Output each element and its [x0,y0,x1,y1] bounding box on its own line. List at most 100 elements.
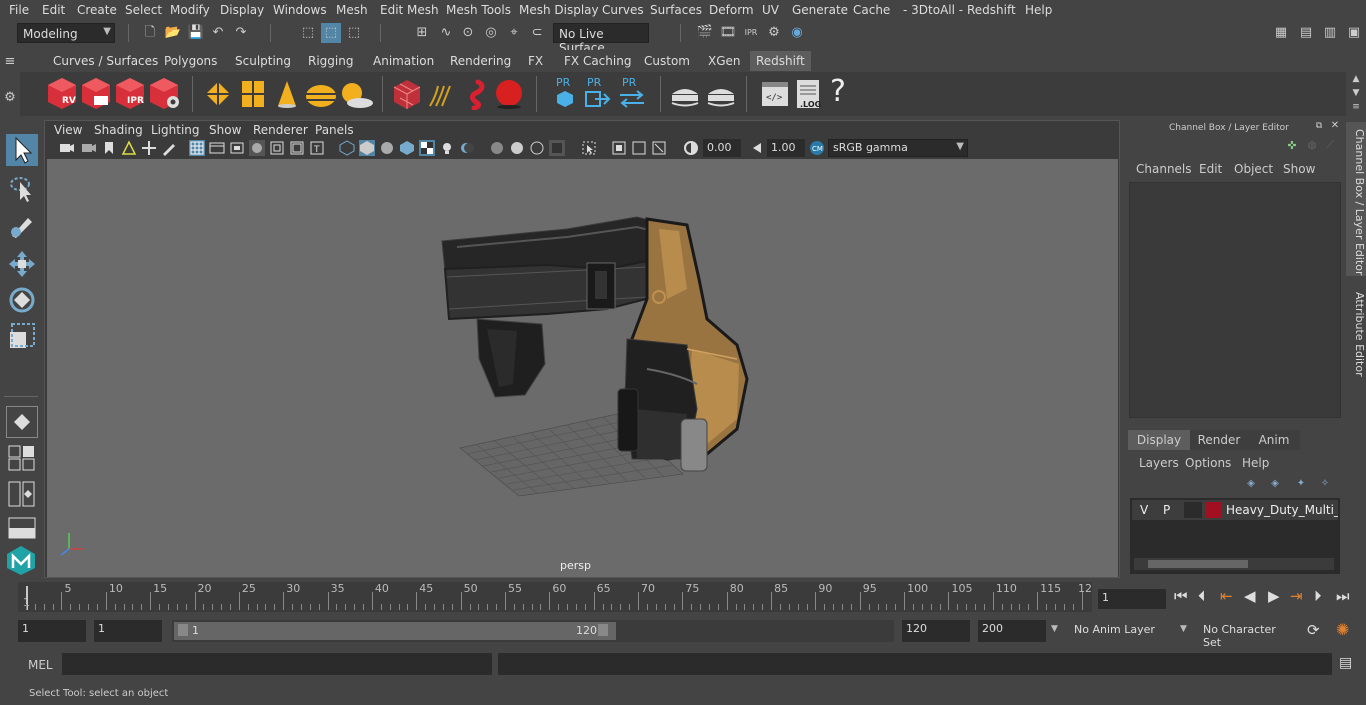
animation-preferences-icon[interactable]: ✺ [1336,620,1349,639]
menu-3dtoall[interactable]: - 3DtoAll - [903,3,963,17]
undo-icon[interactable]: ↶ [208,23,228,43]
snap-view-icon[interactable]: ◎ [481,23,501,43]
layer-scrollbar[interactable] [1134,558,1334,570]
xray-components-icon[interactable] [529,140,545,156]
close-panel-icon[interactable]: ✕ [1328,119,1342,133]
default-material-icon[interactable] [379,140,395,156]
new-scene-icon[interactable]: 🗋 [140,23,160,43]
vp-menu-renderer[interactable]: Renderer [253,123,308,137]
xray-icon[interactable] [489,140,505,156]
hyper-icon[interactable]: ⟋ [1322,138,1338,154]
step-forward-frame-icon[interactable]: ⏵ [1314,587,1322,605]
ambient-occlusion-icon[interactable] [549,140,565,156]
tab-curves-surfaces[interactable]: Curves / Surfaces [47,51,164,71]
new-layer-icon[interactable]: ✦ [1292,476,1310,492]
menu-modify[interactable]: Modify [170,3,210,17]
rs-help-icon[interactable]: ? [830,74,856,110]
menu-create[interactable]: Create [77,3,117,17]
move-layer-down-icon[interactable]: ◈ [1266,476,1284,492]
playback-end-field[interactable]: 120 [902,620,970,642]
exposure-field[interactable]: 0.00 [703,139,741,157]
gamma-icon[interactable] [749,140,765,156]
rs-volume-icon[interactable] [460,78,490,111]
frame-fit-icon[interactable] [651,140,667,156]
script-editor-icon[interactable]: ▤ [1339,655,1352,671]
viewport-3d[interactable]: persp [47,159,1118,577]
rs-render-settings-icon[interactable] [148,76,182,110]
select-object-icon[interactable]: ⬚ [321,23,341,43]
grease-pencil-icon[interactable] [161,140,177,156]
anim-layer-dropdown[interactable]: No Anim Layer [1068,620,1178,642]
menu-edit-mesh[interactable]: Edit Mesh [380,3,439,17]
menu-file[interactable]: File [9,3,29,17]
channel-list[interactable] [1129,182,1341,418]
tab-redshift[interactable]: Redshift [750,51,811,71]
smooth-shade-icon[interactable] [359,140,375,156]
ipr-render-icon[interactable]: IPR [741,23,761,43]
two-d-pan-icon[interactable] [141,140,157,156]
move-layer-up-icon[interactable]: ◈ [1242,476,1260,492]
exposure-icon[interactable] [683,140,699,156]
layer-playback-toggle[interactable]: P [1163,503,1170,517]
snap-point-icon[interactable]: ⊙ [458,23,478,43]
menu-select[interactable]: Select [125,3,162,17]
scale-tool-icon[interactable] [6,320,38,352]
tab-display[interactable]: Display [1128,430,1190,450]
mode-dropdown[interactable]: Modeling ▼ [17,23,115,43]
rs-bake-options-icon[interactable] [704,78,738,110]
scene-end-field[interactable]: 200 [978,620,1046,642]
chevron-down-icon[interactable]: ▼ [1051,624,1058,634]
script-language-toggle[interactable]: MEL [28,658,53,672]
rs-dome-light-icon[interactable] [304,78,338,110]
rs-render-view-icon[interactable]: RV [46,76,78,110]
auto-key-icon[interactable]: ⟳ [1307,621,1320,639]
open-scene-icon[interactable]: 📂 [163,23,183,43]
tab-animation[interactable]: Animation [367,51,440,71]
layer-row[interactable]: V P Heavy_Duty_Multi_Pur [1132,500,1338,520]
render-frame-icon[interactable]: 🎬 [695,23,715,43]
cb-menu-edit[interactable]: Edit [1199,162,1222,176]
scroll-menu-icon[interactable]: ≡ [1346,100,1366,114]
paint-select-tool-icon[interactable] [6,210,38,242]
rs-sync-icon[interactable]: PR [618,76,648,112]
layer-visibility-toggle[interactable]: V [1140,503,1148,517]
save-scene-icon[interactable]: 💾 [186,23,206,43]
menu-cache[interactable]: Cache [853,3,890,17]
menu-display[interactable]: Display [220,3,264,17]
rs-post-effects-icon[interactable]: PR [552,76,578,112]
snap-surface-icon[interactable]: ⌖ [504,23,524,43]
magnet-icon[interactable]: ⊂ [527,23,547,43]
move-tool-icon[interactable] [6,248,38,280]
rs-sphere-icon[interactable] [492,78,526,110]
vp-menu-lighting[interactable]: Lighting [151,123,200,137]
cb-menu-show[interactable]: Show [1283,162,1315,176]
go-to-end-icon[interactable]: ⏭ [1336,587,1350,605]
colorspace-dropdown[interactable]: sRGB gamma ▼ [828,139,968,157]
range-slider-handle[interactable]: 1 120 [174,622,616,640]
menu-windows[interactable]: Windows [273,3,327,17]
step-forward-key-icon[interactable]: ⇥ [1290,587,1303,605]
time-slider[interactable]: 1 51015202530354045505560657075808590951… [18,582,1092,612]
rotate-tool-icon[interactable] [6,284,38,316]
use-all-lights-icon[interactable] [439,140,455,156]
command-input[interactable] [62,653,492,675]
layer-menu-options[interactable]: Options [1185,456,1231,470]
vp-menu-view[interactable]: View [54,123,82,137]
play-backward-icon[interactable]: ◀ [1244,587,1256,605]
playback-start-field[interactable]: 1 [94,620,162,642]
tab-attribute-editor[interactable]: Attribute Editor [1346,282,1366,380]
rs-render-sequence-icon[interactable] [80,76,112,110]
rs-light-icon[interactable] [272,78,302,110]
workspace-icon[interactable]: ▦ [1271,23,1291,43]
menu-mesh[interactable]: Mesh [336,3,368,17]
tab-anim[interactable]: Anim [1248,430,1300,450]
rs-export-icon[interactable]: PR [585,76,613,112]
float-panel-icon[interactable]: ⧉ [1312,119,1326,133]
rs-ipr-icon[interactable]: IPR [114,76,146,110]
range-end-handle[interactable] [598,624,608,636]
resolution-gate-icon[interactable] [229,140,245,156]
rs-object-properties-icon[interactable] [202,78,234,110]
go-to-start-icon[interactable]: ⏮ [1174,587,1188,605]
chevron-down-icon[interactable]: ▼ [1180,624,1187,634]
four-view-icon[interactable] [6,444,38,472]
